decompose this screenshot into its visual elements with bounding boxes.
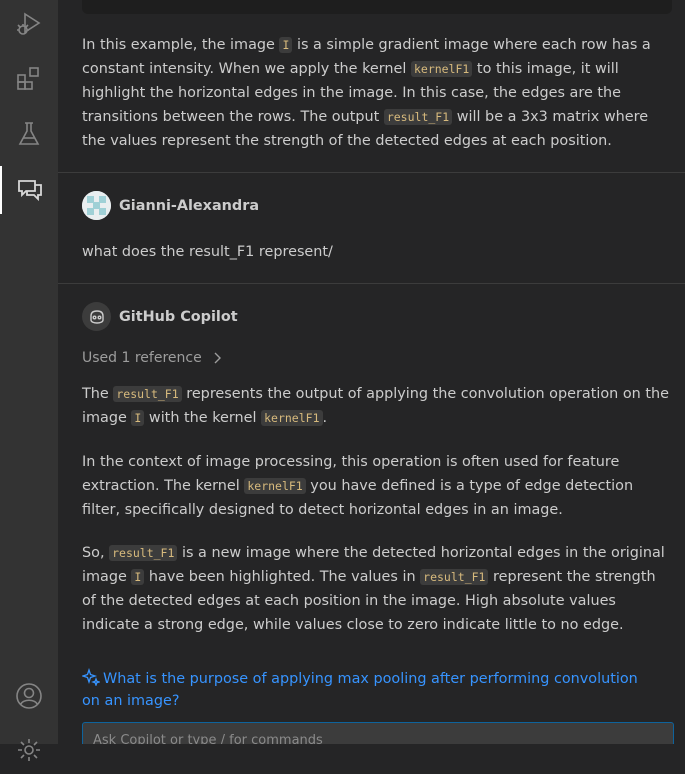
testing-icon[interactable] <box>0 110 58 158</box>
inline-code: I <box>279 37 293 53</box>
previous-response-text: In this example, the image I is a simple… <box>82 33 674 153</box>
reference-label: Used 1 reference <box>82 350 202 366</box>
copilot-header: GitHub Copilot <box>82 302 238 331</box>
followup-text: What is the purpose of applying max pool… <box>82 671 638 709</box>
text-segment: have been highlighted. The values in <box>144 569 421 585</box>
chat-input-placeholder: Ask Copilot or type / for commands <box>93 733 323 744</box>
user-message-text: what does the result_F1 represent/ <box>82 244 333 260</box>
chat-panel: In this example, the image I is a simple… <box>58 0 685 744</box>
text-segment: So, <box>82 545 110 561</box>
activity-bar <box>0 0 58 761</box>
text-segment: . <box>322 410 328 426</box>
inline-code: kernelF1 <box>410 61 473 77</box>
text-segment: In this example, the image <box>82 37 280 53</box>
run-debug-icon[interactable] <box>0 0 58 48</box>
inline-code: I <box>131 569 145 585</box>
extensions-icon[interactable] <box>0 54 58 102</box>
text-segment: The <box>82 386 114 402</box>
copilot-avatar <box>82 302 111 331</box>
code-block-bottom <box>82 0 672 14</box>
avatar <box>82 191 111 220</box>
inline-code: result_F1 <box>113 386 182 402</box>
response-paragraph: The result_F1 represents the output of a… <box>82 382 674 430</box>
user-message-header: Gianni-Alexandra <box>82 191 259 220</box>
followup-suggestion[interactable]: What is the purpose of applying max pool… <box>80 667 642 712</box>
response-paragraph: So, result_F1 is a new image where the d… <box>82 541 674 637</box>
inline-code: kernelF1 <box>244 478 306 494</box>
copilot-icon <box>89 309 104 324</box>
divider <box>58 283 685 284</box>
text-segment: with the kernel <box>144 410 262 426</box>
inline-code: result_F1 <box>383 109 453 125</box>
inline-code: result_F1 <box>420 569 489 585</box>
chevron-right-icon <box>214 352 221 364</box>
sparkle-icon <box>80 667 101 687</box>
chat-icon[interactable] <box>0 166 58 214</box>
divider <box>58 172 685 173</box>
account-icon[interactable] <box>0 672 58 720</box>
username: Gianni-Alexandra <box>119 197 260 214</box>
inline-code: kernelF1 <box>261 410 323 426</box>
copilot-name: GitHub Copilot <box>119 308 238 325</box>
used-references-toggle[interactable]: Used 1 reference <box>82 350 222 366</box>
inline-code: result_F1 <box>109 545 178 561</box>
response-paragraph: In the context of image processing, this… <box>82 450 674 522</box>
chat-input[interactable]: Ask Copilot or type / for commands <box>82 722 674 744</box>
inline-code: I <box>131 410 145 426</box>
settings-icon[interactable] <box>0 726 58 774</box>
